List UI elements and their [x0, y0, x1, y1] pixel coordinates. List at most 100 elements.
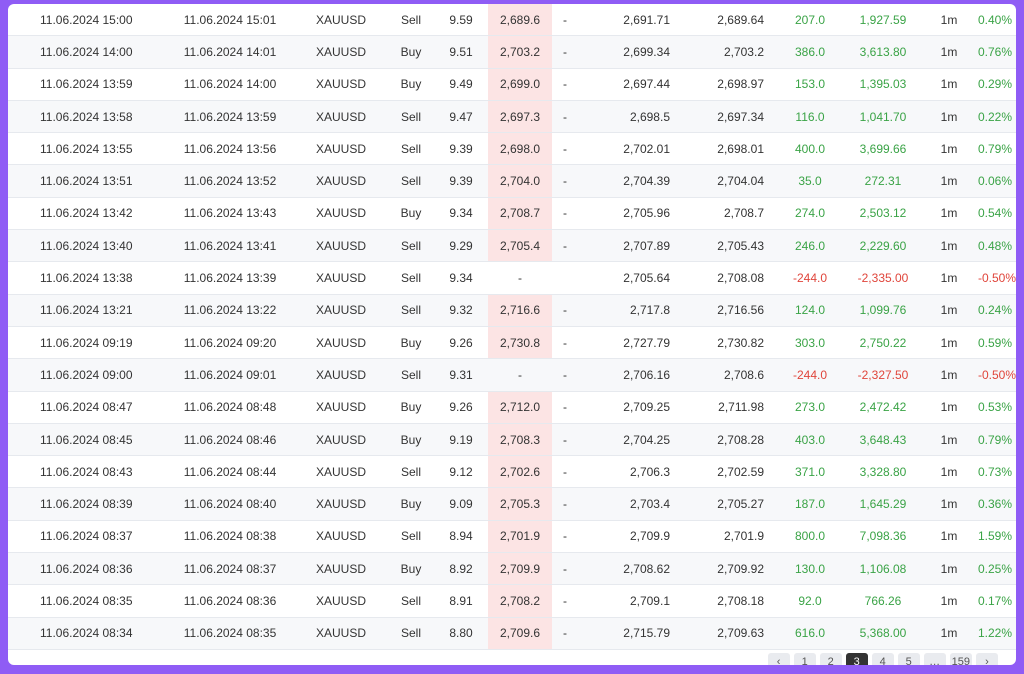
take-profit-cell: - [552, 326, 578, 360]
page-button[interactable]: 3 [845, 653, 868, 665]
exit-price-cell: 2,698.97 [674, 68, 774, 101]
take-profit-cell: - [552, 164, 578, 198]
open-time-cell: 11.06.2024 13:51 [8, 164, 166, 198]
stop-loss-cell: 2,704.0 [488, 164, 552, 198]
lot-size-cell: 8.80 [434, 617, 488, 650]
lot-size-cell: 9.47 [434, 100, 488, 134]
profit-cell: 7,098.36 [846, 520, 920, 554]
symbol-cell: XAUUSD [294, 68, 388, 101]
table-row[interactable]: 11.06.2024 08:37 11.06.2024 08:38 XAUUSD Se… [8, 520, 1016, 554]
lot-size-cell: 9.59 [434, 4, 488, 37]
pips-cell: 35.0 [774, 164, 846, 198]
percent-change-cell: 0.40% [978, 4, 1016, 37]
side-cell: Sell [388, 132, 434, 166]
symbol-cell: XAUUSD [294, 100, 388, 134]
profit-cell: 1,106.08 [846, 552, 920, 586]
take-profit-cell: - [552, 584, 578, 618]
lot-size-cell: 8.91 [434, 584, 488, 618]
open-time-cell: 11.06.2024 08:39 [8, 487, 166, 521]
lot-size-cell: 9.51 [434, 35, 488, 69]
lot-size-cell: 9.31 [434, 358, 488, 392]
table-row[interactable]: 11.06.2024 13:55 11.06.2024 13:56 XAUUSD Se… [8, 132, 1016, 166]
entry-price-cell: 2,709.1 [578, 584, 674, 618]
page-button[interactable]: 5 [897, 653, 920, 665]
symbol-cell: XAUUSD [294, 584, 388, 618]
lot-size-cell: 9.32 [434, 294, 488, 327]
pagination: ‹ 1 2 3 4 5… 159 › [767, 653, 998, 665]
exit-price-cell: 2,708.28 [674, 423, 774, 457]
exit-price-cell: 2,701.9 [674, 520, 774, 554]
profit-cell: 2,750.22 [846, 326, 920, 360]
table-row[interactable]: 11.06.2024 09:00 11.06.2024 09:01 XAUUSD Se… [8, 358, 1016, 392]
open-time-cell: 11.06.2024 09:19 [8, 326, 166, 360]
page-button[interactable]: 1 [793, 653, 816, 665]
close-time-cell: 11.06.2024 08:37 [166, 552, 294, 586]
pips-cell: 371.0 [774, 455, 846, 489]
open-time-cell: 11.06.2024 08:36 [8, 552, 166, 586]
lot-size-cell: 9.09 [434, 487, 488, 521]
timeframe-cell: 1m [920, 358, 978, 392]
entry-price-cell: 2,698.5 [578, 100, 674, 134]
lot-size-cell: 8.92 [434, 552, 488, 586]
exit-price-cell: 2,689.64 [674, 4, 774, 37]
profit-cell: 2,472.42 [846, 391, 920, 424]
table-row[interactable]: 11.06.2024 08:47 11.06.2024 08:48 XAUUSD Bu… [8, 391, 1016, 424]
open-time-cell: 11.06.2024 13:40 [8, 229, 166, 263]
trade-history-panel: 11.06.2024 15:00 11.06.2024 15:01 XAUUSD Se… [8, 4, 1016, 665]
symbol-cell: XAUUSD [294, 261, 388, 295]
profit-cell: 2,503.12 [846, 197, 920, 231]
stop-loss-cell: 2,689.6 [488, 4, 552, 37]
stop-loss-cell: 2,699.0 [488, 68, 552, 101]
table-row[interactable]: 11.06.2024 08:39 11.06.2024 08:40 XAUUSD Bu… [8, 487, 1016, 521]
table-row[interactable]: 11.06.2024 13:38 11.06.2024 13:39 XAUUSD Se… [8, 261, 1016, 295]
table-row[interactable]: 11.06.2024 08:43 11.06.2024 08:44 XAUUSD Se… [8, 455, 1016, 489]
take-profit-cell: - [552, 35, 578, 69]
table-row[interactable]: 11.06.2024 13:58 11.06.2024 13:59 XAUUSD Se… [8, 100, 1016, 134]
table-row[interactable]: 11.06.2024 14:00 11.06.2024 14:01 XAUUSD Bu… [8, 35, 1016, 69]
close-time-cell: 11.06.2024 08:40 [166, 487, 294, 521]
exit-price-cell: 2,709.92 [674, 552, 774, 586]
next-page-button[interactable]: › [976, 653, 998, 665]
percent-change-cell: 0.79% [978, 132, 1016, 166]
timeframe-cell: 1m [920, 35, 978, 69]
profit-cell: 3,328.80 [846, 455, 920, 489]
table-row[interactable]: 11.06.2024 09:19 11.06.2024 09:20 XAUUSD Bu… [8, 326, 1016, 360]
table-row[interactable]: 11.06.2024 13:51 11.06.2024 13:52 XAUUSD Se… [8, 164, 1016, 198]
take-profit-cell: - [552, 100, 578, 134]
table-row[interactable]: 11.06.2024 08:35 11.06.2024 08:36 XAUUSD Se… [8, 584, 1016, 618]
entry-price-cell: 2,699.34 [578, 35, 674, 69]
table-row[interactable]: 11.06.2024 08:34 11.06.2024 08:35 XAUUSD Se… [8, 617, 1016, 650]
page-button[interactable]: 159 [949, 653, 972, 665]
pips-cell: 246.0 [774, 229, 846, 263]
timeframe-cell: 1m [920, 552, 978, 586]
side-cell: Sell [388, 4, 434, 37]
stop-loss-cell: 2,703.2 [488, 35, 552, 69]
side-cell: Sell [388, 100, 434, 134]
table-row[interactable]: 11.06.2024 13:21 11.06.2024 13:22 XAUUSD Se… [8, 294, 1016, 327]
prev-page-button[interactable]: ‹ [767, 653, 790, 665]
page-button[interactable]: 2 [819, 653, 842, 665]
table-row[interactable]: 11.06.2024 13:42 11.06.2024 13:43 XAUUSD Bu… [8, 197, 1016, 231]
timeframe-cell: 1m [920, 100, 978, 134]
take-profit-cell: - [552, 358, 578, 392]
exit-price-cell: 2,708.6 [674, 358, 774, 392]
take-profit-cell [552, 261, 578, 295]
table-row[interactable]: 11.06.2024 13:40 11.06.2024 13:41 XAUUSD Se… [8, 229, 1016, 263]
table-row[interactable]: 11.06.2024 08:45 11.06.2024 08:46 XAUUSD Bu… [8, 423, 1016, 457]
percent-change-cell: -0.50% [978, 261, 1016, 295]
open-time-cell: 11.06.2024 13:58 [8, 100, 166, 134]
take-profit-cell: - [552, 68, 578, 101]
exit-price-cell: 2,709.63 [674, 617, 774, 650]
entry-price-cell: 2,727.79 [578, 326, 674, 360]
timeframe-cell: 1m [920, 584, 978, 618]
table-row[interactable]: 11.06.2024 13:59 11.06.2024 14:00 XAUUSD Bu… [8, 68, 1016, 101]
timeframe-cell: 1m [920, 391, 978, 424]
table-row[interactable]: 11.06.2024 15:00 11.06.2024 15:01 XAUUSD Se… [8, 4, 1016, 37]
table-row[interactable]: 11.06.2024 08:36 11.06.2024 08:37 XAUUSD Bu… [8, 552, 1016, 586]
page-button[interactable]: 4 [871, 653, 894, 665]
lot-size-cell: 9.49 [434, 68, 488, 101]
profit-cell: 3,613.80 [846, 35, 920, 69]
page-button[interactable]: … [923, 653, 946, 665]
profit-cell: 1,099.76 [846, 294, 920, 327]
entry-price-cell: 2,706.3 [578, 455, 674, 489]
